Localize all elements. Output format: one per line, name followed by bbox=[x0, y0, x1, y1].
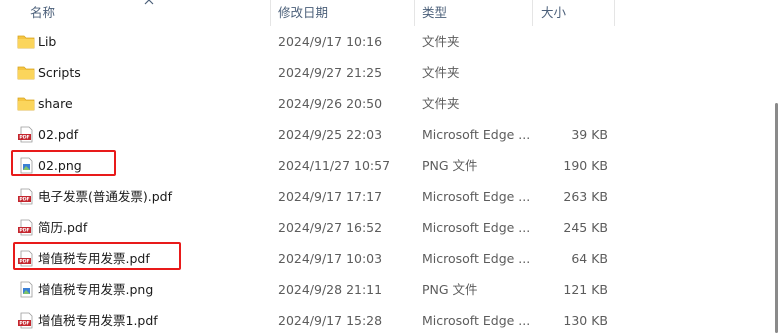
file-date: 2024/11/27 10:57 bbox=[278, 158, 391, 173]
svg-text:PDF: PDF bbox=[19, 321, 29, 327]
file-size: 64 KB bbox=[571, 251, 608, 266]
pdf-file-icon: PDF bbox=[17, 312, 35, 329]
column-header-size[interactable]: 大小 bbox=[541, 0, 611, 26]
file-date: 2024/9/25 22:03 bbox=[278, 127, 383, 142]
file-name: 02.png bbox=[38, 158, 82, 173]
column-header-date[interactable]: 修改日期 bbox=[278, 0, 414, 26]
file-type: PNG 文件 bbox=[422, 282, 478, 297]
file-size bbox=[540, 26, 608, 57]
png-file-icon bbox=[17, 281, 35, 298]
file-date: 2024/9/26 20:50 bbox=[278, 96, 383, 111]
pdf-file-icon: PDF bbox=[17, 219, 35, 236]
scrollbar-thumb[interactable] bbox=[775, 103, 778, 333]
file-row[interactable]: PDF 电子发票(普通发票).pdf 2024/9/17 17:17 Micro… bbox=[0, 181, 764, 212]
file-row[interactable]: PDF 增值税专用发票1.pdf 2024/9/17 15:28 Microso… bbox=[0, 305, 764, 333]
file-type: Microsoft Edge ... bbox=[422, 313, 531, 328]
column-divider[interactable] bbox=[614, 0, 615, 26]
file-row[interactable]: 增值税专用发票.png 2024/9/28 21:11 PNG 文件 121 K… bbox=[0, 274, 764, 305]
file-name: share bbox=[38, 96, 73, 111]
pdf-file-icon: PDF bbox=[17, 250, 35, 267]
file-size: 263 KB bbox=[563, 189, 608, 204]
file-size: 190 KB bbox=[563, 158, 608, 173]
file-type: Microsoft Edge ... bbox=[422, 220, 531, 235]
file-date: 2024/9/27 21:25 bbox=[278, 65, 383, 80]
column-divider[interactable] bbox=[270, 0, 271, 26]
column-header-type[interactable]: 类型 bbox=[422, 0, 532, 26]
png-file-icon bbox=[17, 157, 35, 174]
file-name: 电子发票(普通发票).pdf bbox=[38, 189, 172, 204]
file-row[interactable]: Scripts 2024/9/27 21:25 文件夹 bbox=[0, 57, 764, 88]
svg-text:PDF: PDF bbox=[19, 259, 29, 265]
file-row[interactable]: PDF 增值税专用发票.pdf 2024/9/17 10:03 Microsof… bbox=[0, 243, 764, 274]
file-name: 02.pdf bbox=[38, 127, 79, 142]
file-type: PNG 文件 bbox=[422, 158, 478, 173]
file-type: 文件夹 bbox=[422, 96, 460, 111]
file-type: Microsoft Edge ... bbox=[422, 251, 531, 266]
file-row[interactable]: Lib 2024/9/17 10:16 文件夹 bbox=[0, 26, 764, 57]
svg-text:PDF: PDF bbox=[19, 197, 29, 203]
file-size: 130 KB bbox=[563, 313, 608, 328]
file-name: 简历.pdf bbox=[38, 220, 88, 235]
file-explorer-list: 名称 修改日期 类型 大小 Lib 2024/9/17 10:16 文件夹 Sc… bbox=[0, 0, 784, 333]
file-name: 增值税专用发票.pdf bbox=[38, 251, 150, 266]
file-date: 2024/9/28 21:11 bbox=[278, 282, 383, 297]
file-list: Lib 2024/9/17 10:16 文件夹 Scripts 2024/9/2… bbox=[0, 26, 764, 333]
folder-icon bbox=[17, 95, 35, 112]
svg-text:PDF: PDF bbox=[19, 135, 29, 141]
column-header-bar: 名称 修改日期 类型 大小 bbox=[0, 0, 784, 26]
file-size: 121 KB bbox=[563, 282, 608, 297]
file-name: Lib bbox=[38, 34, 57, 49]
svg-text:PDF: PDF bbox=[19, 228, 29, 234]
pdf-file-icon: PDF bbox=[17, 188, 35, 205]
file-name: Scripts bbox=[38, 65, 81, 80]
file-row[interactable]: share 2024/9/26 20:50 文件夹 bbox=[0, 88, 764, 119]
file-size bbox=[540, 57, 608, 88]
file-row[interactable]: PDF 02.pdf 2024/9/25 22:03 Microsoft Edg… bbox=[0, 119, 764, 150]
file-date: 2024/9/17 10:16 bbox=[278, 34, 383, 49]
column-divider[interactable] bbox=[414, 0, 415, 26]
file-name: 增值税专用发票.png bbox=[38, 282, 154, 297]
file-name: 增值税专用发票1.pdf bbox=[38, 313, 158, 328]
file-row[interactable]: PDF 简历.pdf 2024/9/27 16:52 Microsoft Edg… bbox=[0, 212, 764, 243]
file-date: 2024/9/17 15:28 bbox=[278, 313, 383, 328]
file-size: 245 KB bbox=[563, 220, 608, 235]
file-type: 文件夹 bbox=[422, 65, 460, 80]
file-date: 2024/9/17 10:03 bbox=[278, 251, 383, 266]
folder-icon bbox=[17, 33, 35, 50]
file-type: 文件夹 bbox=[422, 34, 460, 49]
file-size bbox=[540, 88, 608, 119]
file-type: Microsoft Edge ... bbox=[422, 189, 531, 204]
pdf-file-icon: PDF bbox=[17, 126, 35, 143]
vertical-scrollbar[interactable] bbox=[764, 0, 784, 333]
file-size: 39 KB bbox=[571, 127, 608, 142]
column-divider[interactable] bbox=[532, 0, 533, 26]
file-date: 2024/9/17 17:17 bbox=[278, 189, 383, 204]
file-type: Microsoft Edge ... bbox=[422, 127, 531, 142]
file-row[interactable]: 02.png 2024/11/27 10:57 PNG 文件 190 KB bbox=[0, 150, 764, 181]
folder-icon bbox=[17, 64, 35, 81]
column-header-name[interactable]: 名称 bbox=[30, 0, 270, 26]
file-date: 2024/9/27 16:52 bbox=[278, 220, 383, 235]
